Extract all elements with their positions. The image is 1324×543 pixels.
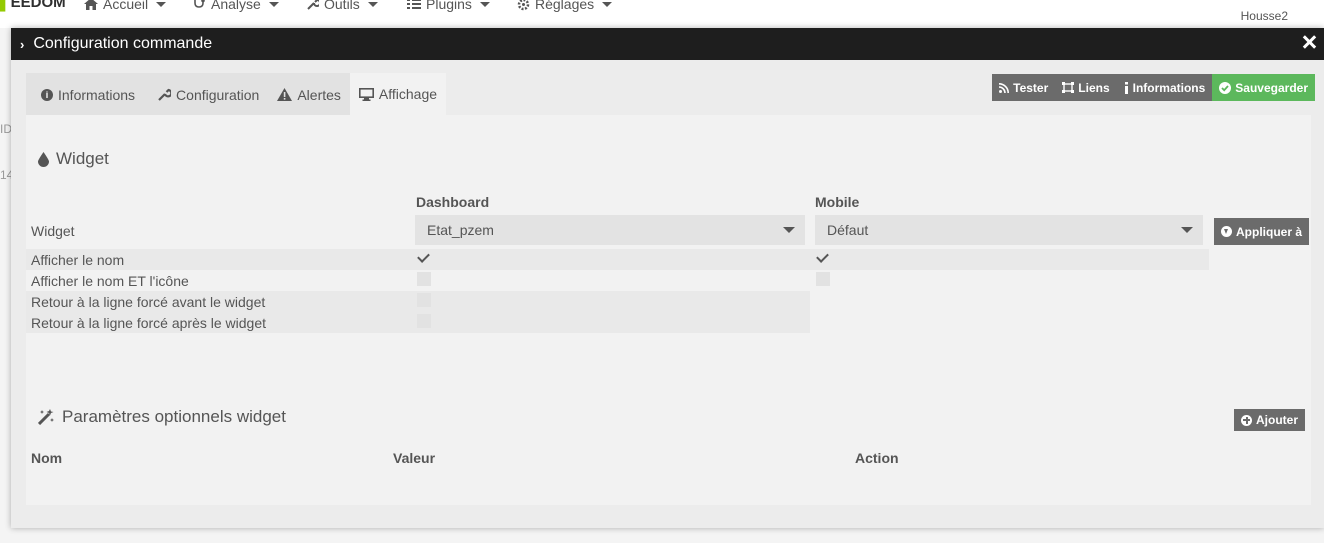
- rss-icon: [999, 82, 1010, 93]
- warning-icon: [277, 88, 293, 101]
- sitemap-icon: [1062, 82, 1075, 93]
- column-header-nom: Nom: [31, 450, 63, 466]
- caret-down-icon: [156, 1, 167, 7]
- button-label: Appliquer à: [1236, 224, 1303, 239]
- caret-down-icon: [367, 1, 378, 7]
- column-header-valeur: Valeur: [393, 450, 436, 466]
- tab-informations[interactable]: i Informations: [26, 73, 149, 116]
- arrow-circle-down-icon: [1221, 226, 1232, 237]
- wrench-icon: [158, 88, 172, 101]
- tab-label: Configuration: [176, 86, 260, 103]
- tester-button[interactable]: Tester: [992, 74, 1056, 101]
- check-circle-icon: [1219, 81, 1232, 94]
- magic-icon: [38, 409, 54, 425]
- caret-down-icon: [602, 1, 613, 7]
- caret-down-icon: [479, 1, 490, 7]
- mobile-afficher-nom-icone-checkbox[interactable]: [816, 272, 830, 286]
- dashboard-widget-select[interactable]: Etat_pzem: [415, 215, 805, 245]
- info-icon: [1124, 81, 1128, 94]
- modal-header: › Configuration commande: [11, 28, 1324, 60]
- liens-button[interactable]: Liens: [1055, 74, 1117, 101]
- user-name[interactable]: Housse2: [1241, 9, 1288, 23]
- nav-analyse[interactable]: Analyse: [193, 0, 279, 12]
- nav-analyse-label: Analyse: [211, 0, 261, 12]
- select-value: Etat_pzem: [427, 222, 494, 238]
- tab-label: Informations: [58, 86, 136, 103]
- section-title-text: Paramètres optionnels widget: [62, 407, 286, 426]
- optional-params-title: Paramètres optionnels widget: [38, 407, 286, 427]
- section-title-text: Widget: [56, 149, 109, 168]
- tab-label: Affichage: [378, 86, 438, 102]
- info-circle-icon: i: [41, 88, 53, 101]
- modal-tabs: i Informations Configuration Alertes Aff…: [26, 73, 447, 116]
- tab-configuration[interactable]: Configuration: [149, 73, 268, 116]
- ajouter-button[interactable]: Ajouter: [1234, 409, 1305, 431]
- mobile-widget-select[interactable]: Défaut: [815, 215, 1203, 245]
- informations-button[interactable]: Informations: [1116, 74, 1213, 101]
- mobile-afficher-nom-checkbox[interactable]: [816, 251, 830, 265]
- nav-reglages-label: Réglages: [535, 0, 595, 12]
- tint-icon: [38, 151, 49, 167]
- button-label: Tester: [1013, 80, 1049, 95]
- configuration-modal: › Configuration commande i Informations …: [11, 28, 1324, 528]
- tab-alertes[interactable]: Alertes: [268, 73, 350, 116]
- row-label-retour-avant: Retour à la ligne forcé avant le widget: [31, 294, 266, 310]
- button-label: Liens: [1078, 80, 1110, 95]
- jeedom-logo[interactable]: ▌EEDOM: [0, 0, 66, 11]
- close-icon[interactable]: [1302, 35, 1316, 49]
- top-navbar: ▌EEDOM Accueil Analyse Outils Plugins Ré…: [0, 0, 1324, 28]
- tasks-icon: [407, 0, 421, 9]
- affichage-panel: Widget Dashboard Mobile Widget Etat_pzem…: [26, 115, 1311, 505]
- stethoscope-icon: [194, 0, 205, 8]
- nav-accueil-label: Accueil: [103, 0, 149, 12]
- button-label: Sauvegarder: [1235, 80, 1308, 95]
- plus-circle-icon: [1241, 414, 1252, 426]
- nav-outils[interactable]: Outils: [307, 0, 378, 12]
- dashboard-afficher-nom-icone-checkbox[interactable]: [417, 272, 431, 286]
- widget-row-label: Widget: [31, 223, 75, 239]
- dashboard-column-header: Dashboard: [416, 194, 490, 210]
- row-label-afficher-nom-icone: Afficher le nom ET l'icône: [31, 273, 189, 289]
- row-label-retour-apres: Retour à la ligne forcé après le widget: [31, 315, 267, 331]
- appliquer-a-button[interactable]: Appliquer à: [1214, 218, 1310, 245]
- mobile-column-header: Mobile: [815, 194, 860, 210]
- dashboard-retour-avant-checkbox[interactable]: [417, 293, 431, 307]
- tab-label: Alertes: [297, 86, 341, 103]
- caret-down-icon: [783, 227, 795, 233]
- button-label: Ajouter: [1256, 413, 1298, 427]
- dashboard-retour-apres-checkbox[interactable]: [417, 314, 431, 328]
- desktop-icon: [358, 87, 374, 101]
- nav-reglages[interactable]: Réglages: [517, 0, 613, 12]
- caret-down-icon: [268, 1, 279, 7]
- modal-title: Configuration commande: [33, 35, 213, 52]
- button-label: Informations: [1132, 80, 1206, 95]
- nav-plugins[interactable]: Plugins: [407, 0, 490, 12]
- caret-down-icon: [1181, 227, 1193, 233]
- sauvegarder-button[interactable]: Sauvegarder: [1212, 74, 1315, 101]
- wrench-icon: [307, 0, 319, 10]
- table-row-stripe: [26, 249, 1209, 270]
- widget-section-title: Widget: [38, 149, 109, 169]
- action-toolbar: Tester Liens Informations Sauvegarder: [992, 74, 1315, 101]
- home-icon: [84, 0, 98, 10]
- tab-affichage[interactable]: Affichage: [349, 73, 447, 116]
- nav-accueil[interactable]: Accueil: [84, 0, 167, 12]
- cogs-icon: [517, 0, 530, 10]
- row-label-afficher-nom: Afficher le nom: [31, 252, 125, 268]
- select-value: Défaut: [827, 222, 869, 238]
- nav-outils-label: Outils: [324, 0, 360, 12]
- chevron-right-icon: ›: [20, 36, 25, 52]
- nav-plugins-label: Plugins: [426, 0, 472, 12]
- column-header-action: Action: [855, 450, 899, 466]
- dashboard-afficher-nom-checkbox[interactable]: [417, 251, 431, 265]
